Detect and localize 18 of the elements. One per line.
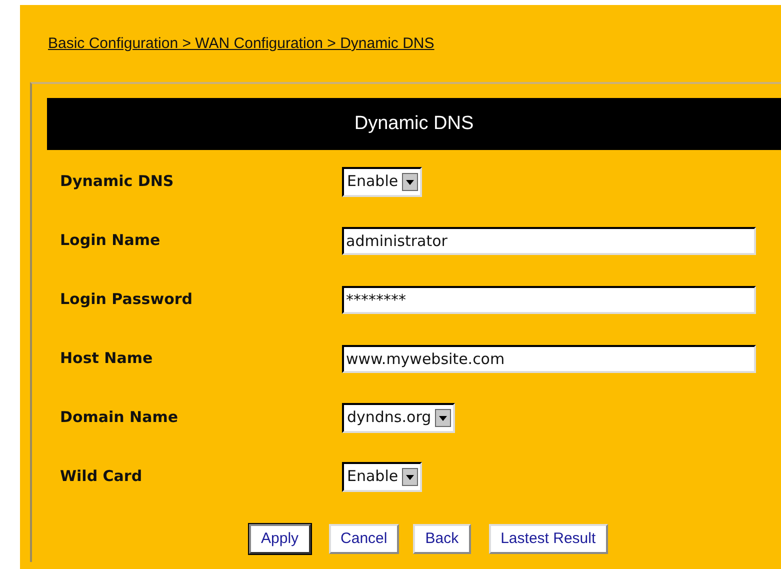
breadcrumb-link[interactable]: Basic Configuration > WAN Configuration > Dynamic DNS	[48, 33, 434, 56]
field-label: Dynamic DNS	[59, 171, 175, 192]
text-field[interactable]: www.mywebsite.com	[342, 344, 756, 372]
form-button[interactable]: Apply	[249, 524, 311, 554]
field-label: Login Password	[59, 289, 194, 310]
field-label: Login Name	[59, 230, 162, 252]
text-field[interactable]: ********	[342, 286, 756, 314]
text-field[interactable]: administrator	[342, 226, 756, 254]
form-button[interactable]: Lastest Result	[488, 524, 608, 554]
dropdown[interactable]: Enable	[342, 166, 422, 196]
field-label: Wild Card	[59, 466, 144, 488]
form-button[interactable]: Back	[413, 524, 471, 554]
field-label: Host Name	[59, 348, 154, 370]
dropdown[interactable]: dyndns.org	[342, 402, 456, 432]
field-label: Domain Name	[59, 407, 180, 428]
panel-title: Dynamic DNS	[47, 98, 781, 150]
form-button[interactable]: Cancel	[328, 524, 400, 554]
dropdown[interactable]: Enable	[342, 462, 422, 492]
